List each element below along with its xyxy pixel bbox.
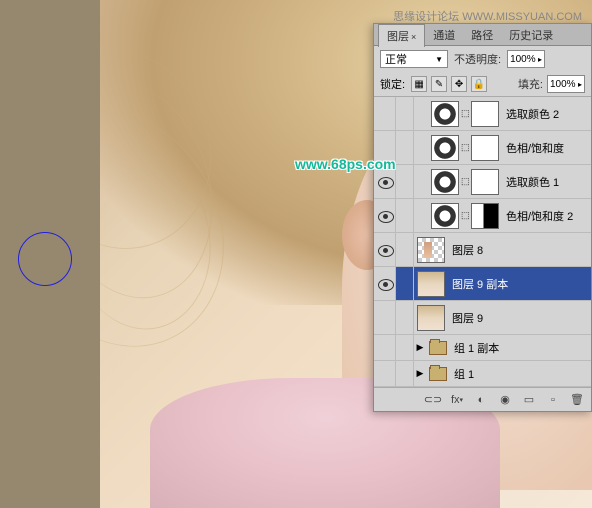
eye-icon	[378, 177, 392, 187]
layer-row[interactable]: ⬚ 色相/饱和度 2	[374, 199, 591, 233]
eye-icon	[378, 245, 392, 255]
tab-channels[interactable]: 通道	[425, 24, 463, 46]
link-col[interactable]	[396, 233, 414, 266]
layer-group-row[interactable]: ▶ 组 1	[374, 361, 591, 387]
folder-icon	[429, 341, 447, 355]
brush-cursor	[18, 232, 72, 286]
mask-thumb[interactable]	[471, 101, 499, 127]
eye-icon	[378, 211, 392, 221]
canvas-area[interactable]: 思缘设计论坛 WWW.MISSYUAN.COM www.68ps.com 图层×…	[0, 0, 592, 508]
layer-thumb[interactable]	[417, 237, 445, 263]
layer-name[interactable]: 图层 9	[448, 310, 483, 326]
opacity-label: 不透明度:	[454, 51, 501, 67]
link-layers-icon[interactable]: ⊂⊃	[425, 392, 441, 408]
layer-group-row[interactable]: ▶ 组 1 副本	[374, 335, 591, 361]
layer-row[interactable]: ⬚ 选取颜色 2	[374, 97, 591, 131]
lock-row: 锁定: ▦ ✎ ✥ 🔒 填充: 100% ▸	[374, 72, 591, 97]
mask-thumb[interactable]	[471, 135, 499, 161]
panel-tabs: 图层× 通道 路径 历史记录	[374, 24, 591, 46]
layer-name[interactable]: 图层 9 副本	[448, 276, 508, 292]
layer-row[interactable]: 图层 9	[374, 301, 591, 335]
panel-footer: ⊂⊃ fx▾ ◐ ◉ ▭ ▫ 🗑	[374, 387, 591, 411]
layers-panel: 图层× 通道 路径 历史记录 正常 ▼ 不透明度: 100% ▸ 锁定: ▦ ✎…	[373, 23, 592, 412]
add-mask-icon[interactable]: ◐	[473, 392, 489, 408]
watermark-top: 思缘设计论坛 WWW.MISSYUAN.COM	[393, 8, 582, 24]
add-adjustment-icon[interactable]: ◉	[497, 392, 513, 408]
layer-name[interactable]: 组 1 副本	[450, 340, 499, 356]
link-col[interactable]	[396, 199, 414, 232]
eye-icon	[378, 279, 392, 289]
lock-label: 锁定:	[380, 76, 405, 92]
chevron-right-icon: ▸	[538, 55, 542, 64]
layer-row[interactable]: ⬚ 选取颜色 1	[374, 165, 591, 199]
layer-row-selected[interactable]: 图层 9 副本	[374, 267, 591, 301]
chevron-right-icon: ▸	[578, 80, 582, 89]
lock-all-icon[interactable]: 🔒	[471, 76, 487, 92]
layer-thumb[interactable]	[417, 271, 445, 297]
layer-row[interactable]: 图层 8	[374, 233, 591, 267]
layer-name[interactable]: 色相/饱和度 2	[502, 208, 573, 224]
adjustment-icon[interactable]	[431, 169, 459, 195]
new-group-icon[interactable]: ▭	[521, 392, 537, 408]
link-col[interactable]	[396, 361, 414, 386]
blend-mode-row: 正常 ▼ 不透明度: 100% ▸	[374, 46, 591, 72]
visibility-toggle[interactable]	[374, 233, 396, 266]
chevron-down-icon: ▼	[435, 55, 443, 64]
visibility-toggle[interactable]	[374, 199, 396, 232]
adjustment-icon[interactable]	[431, 135, 459, 161]
layer-row[interactable]: ⬚ 色相/饱和度	[374, 131, 591, 165]
mask-thumb[interactable]	[471, 169, 499, 195]
visibility-toggle[interactable]	[374, 335, 396, 360]
tab-history[interactable]: 历史记录	[501, 24, 561, 46]
tab-paths[interactable]: 路径	[463, 24, 501, 46]
link-chain-icon: ⬚	[461, 176, 469, 187]
layer-name[interactable]: 选取颜色 1	[502, 174, 559, 190]
link-col[interactable]	[396, 165, 414, 198]
link-col[interactable]	[396, 335, 414, 360]
fill-input[interactable]: 100% ▸	[547, 75, 585, 93]
lock-brush-icon[interactable]: ✎	[431, 76, 447, 92]
visibility-toggle[interactable]	[374, 267, 396, 300]
visibility-toggle[interactable]	[374, 97, 396, 130]
lock-transparent-icon[interactable]: ▦	[411, 76, 427, 92]
close-icon[interactable]: ×	[411, 32, 416, 42]
lock-move-icon[interactable]: ✥	[451, 76, 467, 92]
layer-name[interactable]: 图层 8	[448, 242, 483, 258]
adjustment-icon[interactable]	[431, 203, 459, 229]
folder-icon	[429, 367, 447, 381]
watermark-logo: www.68ps.com	[295, 156, 396, 172]
link-col[interactable]	[396, 97, 414, 130]
visibility-toggle[interactable]	[374, 361, 396, 386]
new-layer-icon[interactable]: ▫	[545, 392, 561, 408]
layer-name[interactable]: 组 1	[450, 366, 474, 382]
fill-label: 填充:	[518, 76, 543, 92]
layer-list: ⬚ 选取颜色 2 ⬚ 色相/饱和度	[374, 97, 591, 387]
link-chain-icon: ⬚	[461, 142, 469, 153]
adjustment-icon[interactable]	[431, 101, 459, 127]
mask-thumb[interactable]	[471, 203, 499, 229]
group-expand-icon[interactable]: ▶	[414, 342, 426, 353]
blend-mode-select[interactable]: 正常 ▼	[380, 50, 448, 68]
group-expand-icon[interactable]: ▶	[414, 368, 426, 379]
layer-name[interactable]: 色相/饱和度	[502, 140, 564, 156]
link-col[interactable]	[396, 301, 414, 334]
link-chain-icon: ⬚	[461, 210, 469, 221]
tab-layers[interactable]: 图层×	[378, 24, 425, 47]
link-col[interactable]	[396, 131, 414, 164]
link-col[interactable]	[396, 267, 414, 300]
layer-thumb[interactable]	[417, 305, 445, 331]
link-chain-icon: ⬚	[461, 108, 469, 119]
visibility-toggle[interactable]	[374, 301, 396, 334]
layer-name[interactable]: 选取颜色 2	[502, 106, 559, 122]
opacity-input[interactable]: 100% ▸	[507, 50, 545, 68]
delete-layer-icon[interactable]: 🗑	[569, 392, 585, 408]
layer-fx-icon[interactable]: fx▾	[449, 392, 465, 408]
